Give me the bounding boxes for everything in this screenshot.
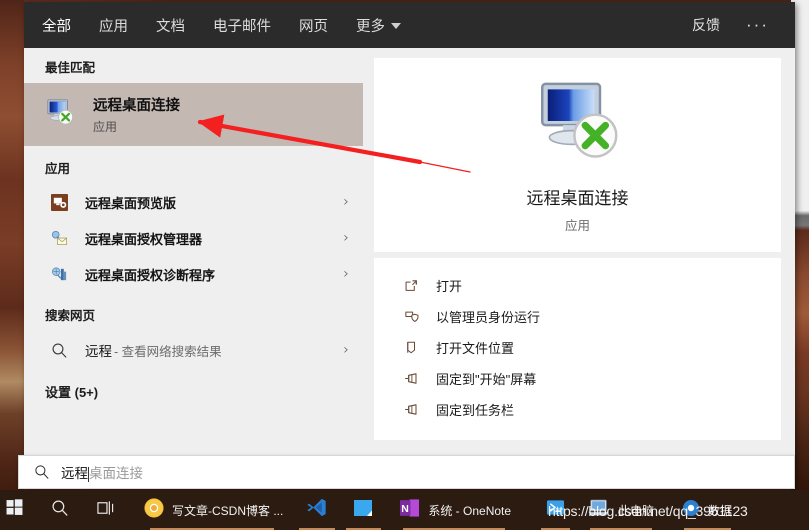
web-search-query: 远程 [85,344,112,359]
taskbar-window-label: 数据 [708,503,733,518]
list-item[interactable]: 远程桌面预览版 › [24,184,363,220]
windows-logo-icon [6,499,23,521]
settings-heading: 设置 (5+) [45,385,99,400]
onenote-window[interactable]: N 系统 - OneNote [386,490,521,530]
preview-app-subtitle: 应用 [564,218,590,233]
search-results-body: 最佳匹配 远程桌面连接 应用 应用 远程桌面预览版 › 远程桌面授权管理器 › … [24,48,795,488]
taskbar: 写文章-CSDN博客 ... N 系统 - OneNote 此电脑 数据 htt… [0,490,809,530]
action-label: 打开文件位置 [436,341,515,356]
header-right-actions: 反馈 ··· [692,15,779,35]
chrome-icon [144,497,164,523]
shield-run-as-admin-icon [400,309,422,324]
search-input-suggestion: 桌面连接 [89,466,143,481]
preview-right-panel: 远程桌面连接 应用 打开 以管理员身份运行 打开文件位置 固定到"开始"屏幕 固… [363,48,795,488]
explorer-icon [353,498,373,523]
tab-more-label: 更多 [356,18,385,35]
pin-icon [400,371,422,386]
list-item-label: 远程桌面预览版 [85,195,177,211]
list-item-label: 远程桌面授权诊断程序 [85,267,216,283]
web-search-text: 远程 - 查看网络搜索结果 [85,340,222,360]
terminal-window[interactable] [537,490,574,530]
action-label: 固定到任务栏 [436,403,515,418]
search-icon [34,464,50,480]
best-match-result-row[interactable]: 远程桌面连接 应用 [24,83,363,146]
vscode-window[interactable] [293,490,340,530]
best-match-text: 远程桌面连接 应用 [93,94,180,135]
text-caret [88,466,89,482]
taskbar-window-label: 写文章-CSDN博客 ... [172,503,284,518]
feedback-button[interactable]: 反馈 [692,15,720,35]
results-left-panel: 最佳匹配 远程桌面连接 应用 应用 远程桌面预览版 › 远程桌面授权管理器 › … [24,48,363,488]
action-open-file-location[interactable]: 打开文件位置 [400,332,781,363]
search-input-typed-text: 远程 [61,466,88,481]
remote-desktop-icon [45,97,79,132]
task-view-button[interactable] [83,490,130,530]
explorer-window[interactable] [340,490,386,530]
action-pin-to-start[interactable]: 固定到"开始"屏幕 [400,363,781,394]
chevron-right-icon[interactable]: › [343,230,349,246]
folder-location-icon [400,340,422,355]
app-actions-card: 打开 以管理员身份运行 打开文件位置 固定到"开始"屏幕 固定到任务栏 [374,258,781,440]
web-search-heading: 搜索网页 [45,309,96,323]
best-match-title: 远程桌面连接 [93,98,180,114]
list-item[interactable]: 远程桌面授权诊断程序 › [24,256,363,292]
tab-web[interactable]: 网页 [299,11,344,40]
action-pin-to-taskbar[interactable]: 固定到任务栏 [400,394,781,425]
action-label: 固定到"开始"屏幕 [436,372,537,387]
best-match-subtitle: 应用 [93,120,118,134]
tab-all[interactable]: 全部 [42,11,87,40]
more-options-icon[interactable]: ··· [746,16,769,33]
open-icon [400,278,422,293]
search-filter-header: 全部 应用 文档 电子邮件 网页 更多 反馈 ··· [24,2,795,48]
chevron-right-icon[interactable]: › [343,266,349,282]
search-input-bar[interactable]: 远程 桌面连接 [18,455,795,489]
tab-documents[interactable]: 文档 [156,11,201,40]
filter-tab-list: 全部 应用 文档 电子邮件 网页 更多 [42,11,429,40]
list-item-label: 远程桌面授权管理器 [85,231,203,247]
onenote-icon: N [399,498,420,523]
taskbar-window-label: 系统 - OneNote [428,503,512,518]
chevron-right-icon[interactable]: › [343,194,349,210]
datagrip-icon [682,499,700,522]
action-open[interactable]: 打开 [400,270,781,301]
pin-icon [400,402,422,417]
apps-heading: 应用 [45,162,71,176]
tab-email[interactable]: 电子邮件 [213,11,287,40]
start-button[interactable] [0,490,37,530]
taskbar-window-label: 此电脑 [618,503,655,518]
chrome-window[interactable]: 写文章-CSDN博客 ... [130,490,293,530]
vscode-icon [306,497,327,523]
task-view-icon [97,499,116,522]
svg-text:N: N [402,502,410,514]
preview-app-title: 远程桌面连接 [526,188,629,208]
windows-search-flyout: 全部 应用 文档 电子邮件 网页 更多 反馈 ··· 最佳匹配 远程桌面连接 应… [24,2,795,488]
list-item[interactable]: 远程桌面授权管理器 › [24,220,363,256]
action-label: 打开 [436,279,463,294]
this-pc-icon [588,498,610,522]
wallpaper-left-strip [0,0,24,530]
chevron-down-icon [391,23,401,29]
web-search-result-row[interactable]: 远程 - 查看网络搜索结果 › [24,331,363,369]
web-search-hint: - 查看网络搜索结果 [114,345,222,359]
tab-apps[interactable]: 应用 [99,11,144,40]
license-diagnoser-icon [45,260,73,288]
best-match-heading: 最佳匹配 [45,61,96,75]
remote-desktop-preview-icon [45,188,73,216]
search-icon [51,499,69,522]
tab-more[interactable]: 更多 [356,11,417,40]
action-label: 以管理员身份运行 [436,310,541,325]
app-preview-card: 远程桌面连接 应用 [374,58,781,252]
remote-desktop-icon [532,77,624,170]
datagrip-window[interactable]: 数据 [676,490,738,530]
action-run-as-admin[interactable]: 以管理员身份运行 [400,301,781,332]
chevron-right-icon[interactable]: › [343,342,349,358]
search-button[interactable] [37,490,83,530]
this-pc-window[interactable]: 此电脑 [580,490,662,530]
terminal-icon [546,498,565,522]
search-icon [45,336,73,364]
license-manager-icon [45,224,73,252]
